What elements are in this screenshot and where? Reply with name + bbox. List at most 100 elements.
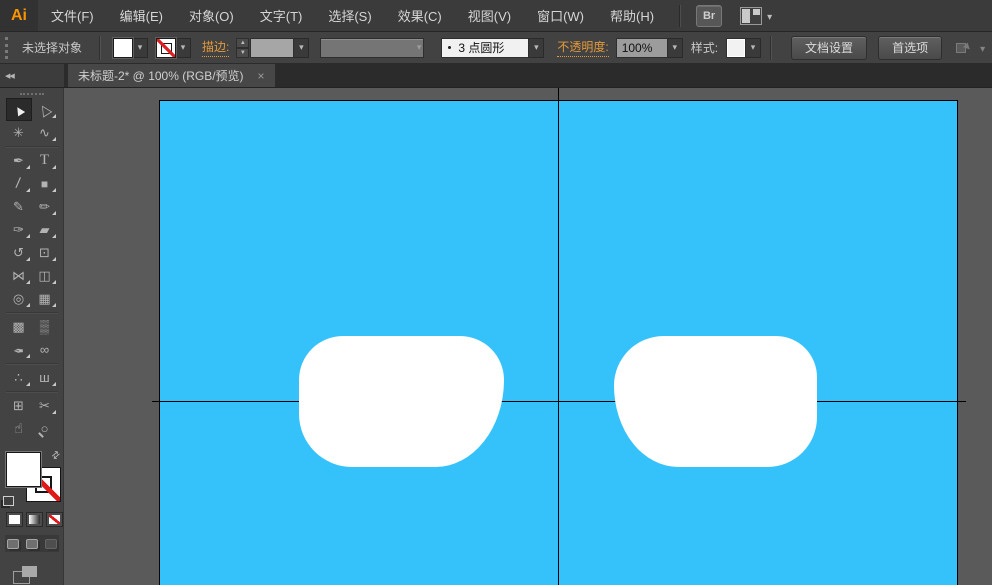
opacity-input[interactable]: 100% [616,38,668,58]
panel-grip-handle[interactable] [5,37,8,59]
rectangle-tool[interactable]: ■ [32,172,58,195]
draw-inside-button[interactable] [42,536,59,551]
menu-help[interactable]: 帮助(H) [597,0,667,31]
close-icon[interactable]: × [258,69,265,83]
brush-definition-value[interactable]: 3 点圆形 [441,38,529,58]
eraser-tool[interactable]: ▰ [32,218,58,241]
chevron-down-icon [980,39,985,57]
document-tab[interactable]: 未标题-2* @ 100% (RGB/预览) × [68,64,275,87]
horizontal-path-line[interactable] [152,401,966,402]
direct-selection-tool[interactable]: △ [32,98,58,121]
workspace-switcher-button[interactable] [740,7,772,25]
rounded-rectangle-shape-right[interactable] [614,336,817,467]
free-transform-tool[interactable]: ◫ [32,264,58,287]
fill-swatch-white[interactable] [6,452,41,487]
menu-window[interactable]: 窗口(W) [524,0,597,31]
document-setup-button[interactable]: 文档设置 [791,36,867,60]
rotate-tool[interactable]: ↺ [6,241,32,264]
column-graph-tool[interactable]: ш [32,366,58,389]
width-tool[interactable]: ⋈ [6,264,32,287]
change-screen-mode-button[interactable] [13,566,37,584]
brush-definition-dropdown-button[interactable] [529,38,544,58]
default-fill-stroke-icon[interactable] [3,496,14,506]
panel-drag-handle[interactable] [20,93,44,95]
menu-separator [679,5,680,27]
separator [99,36,100,60]
stepper-down-icon[interactable] [236,48,249,58]
fill-color-swatch[interactable] [113,38,133,58]
stroke-weight-input[interactable] [250,38,294,58]
graphic-style-swatch[interactable] [726,38,746,58]
stroke-color-dropdown-button[interactable] [176,38,191,58]
fill-color-control[interactable] [113,38,148,58]
stroke-color-control[interactable] [156,38,191,58]
tool-separator [6,312,58,313]
menu-edit[interactable]: 编辑(E) [107,0,176,31]
menu-object[interactable]: 对象(O) [176,0,247,31]
stroke-weight-dropdown-button[interactable] [294,38,309,58]
selection-tool[interactable]: ▲ [6,98,32,121]
vertical-path-line[interactable] [558,88,559,585]
select-similar-icon: ▲ [956,40,974,56]
separator [770,36,771,60]
document-tab-bar: ◀◀ 未标题-2* @ 100% (RGB/预览) × [0,64,992,88]
hand-tool[interactable]: ☝ [6,417,32,440]
zoom-tool[interactable]: ○ [32,417,58,440]
opacity-label[interactable]: 不透明度: [557,38,608,57]
symbol-sprayer-tool[interactable]: ∴ [6,366,32,389]
draw-behind-button[interactable] [24,536,41,551]
graphic-style-dropdown-button[interactable] [746,38,761,58]
opacity-dropdown-button[interactable] [668,38,683,58]
line-segment-tool[interactable]: / [6,172,32,195]
magic-wand-tool[interactable]: ✳ [6,121,32,144]
menu-effect[interactable]: 效果(C) [385,0,455,31]
variable-width-profile-dropdown[interactable] [320,38,424,58]
blob-brush-tool[interactable]: ✑ [6,218,32,241]
gradient-button[interactable] [26,512,43,527]
type-tool[interactable]: T [32,149,58,172]
blend-tool[interactable]: ∞ [32,338,58,361]
tools-panel-collapse-button[interactable]: ◀◀ [0,64,64,87]
paintbrush-tool[interactable]: ✎ [6,195,32,218]
fill-color-dropdown-button[interactable] [133,38,148,58]
color-button[interactable] [6,512,23,527]
mesh-tool[interactable]: ▩ [6,315,32,338]
document-tab-title: 未标题-2* @ 100% (RGB/预览) [78,67,244,84]
fill-stroke-indicator: ⇄ [3,450,61,506]
brush-definition-control[interactable]: 3 点圆形 [441,38,544,58]
shape-builder-tool[interactable]: ◎ [6,287,32,310]
menu-bar: Ai 文件(F) 编辑(E) 对象(O) 文字(T) 选择(S) 效果(C) 视… [0,0,992,32]
preferences-button[interactable]: 首选项 [878,36,942,60]
eyedropper-tool[interactable]: ✒ [6,338,32,361]
stepper-up-icon[interactable] [236,38,249,48]
menu-type[interactable]: 文字(T) [247,0,316,31]
stroke-weight-stepper[interactable] [236,38,249,58]
swap-fill-stroke-icon[interactable]: ⇄ [49,449,62,463]
menu-view[interactable]: 视图(V) [455,0,524,31]
tool-group-paint: ▩ ▒ ✒ ∞ [6,315,58,361]
canvas-area[interactable] [64,88,992,585]
lasso-tool[interactable]: ∿ [32,121,58,144]
slice-tool[interactable]: ✂ [32,394,58,417]
menu-select[interactable]: 选择(S) [315,0,384,31]
artboard-tool[interactable]: ⊞ [6,394,32,417]
draw-normal-button[interactable] [5,536,22,551]
perspective-grid-tool[interactable]: ▦ [32,287,58,310]
tool-separator [6,363,58,364]
bridge-button[interactable]: Br [696,5,722,27]
menu-file[interactable]: 文件(F) [38,0,107,31]
scale-tool[interactable]: ⊡ [32,241,58,264]
brush-definition-text: 3 点圆形 [458,39,504,56]
chevron-down-icon [767,7,772,25]
rounded-rectangle-shape-left[interactable] [299,336,504,467]
illustrator-window: Ai 文件(F) 编辑(E) 对象(O) 文字(T) 选择(S) 效果(C) 视… [0,0,992,585]
pencil-tool[interactable]: ✏ [32,195,58,218]
stroke-weight-label[interactable]: 描边: [202,38,229,57]
gradient-tool[interactable]: ▒ [32,315,58,338]
stroke-none-swatch[interactable] [156,38,176,58]
select-similar-control[interactable]: ▲ [956,39,985,57]
app-logo: Ai [0,0,38,31]
pen-tool[interactable]: ✒ [6,149,32,172]
none-button[interactable] [46,512,63,527]
tool-separator [6,146,58,147]
